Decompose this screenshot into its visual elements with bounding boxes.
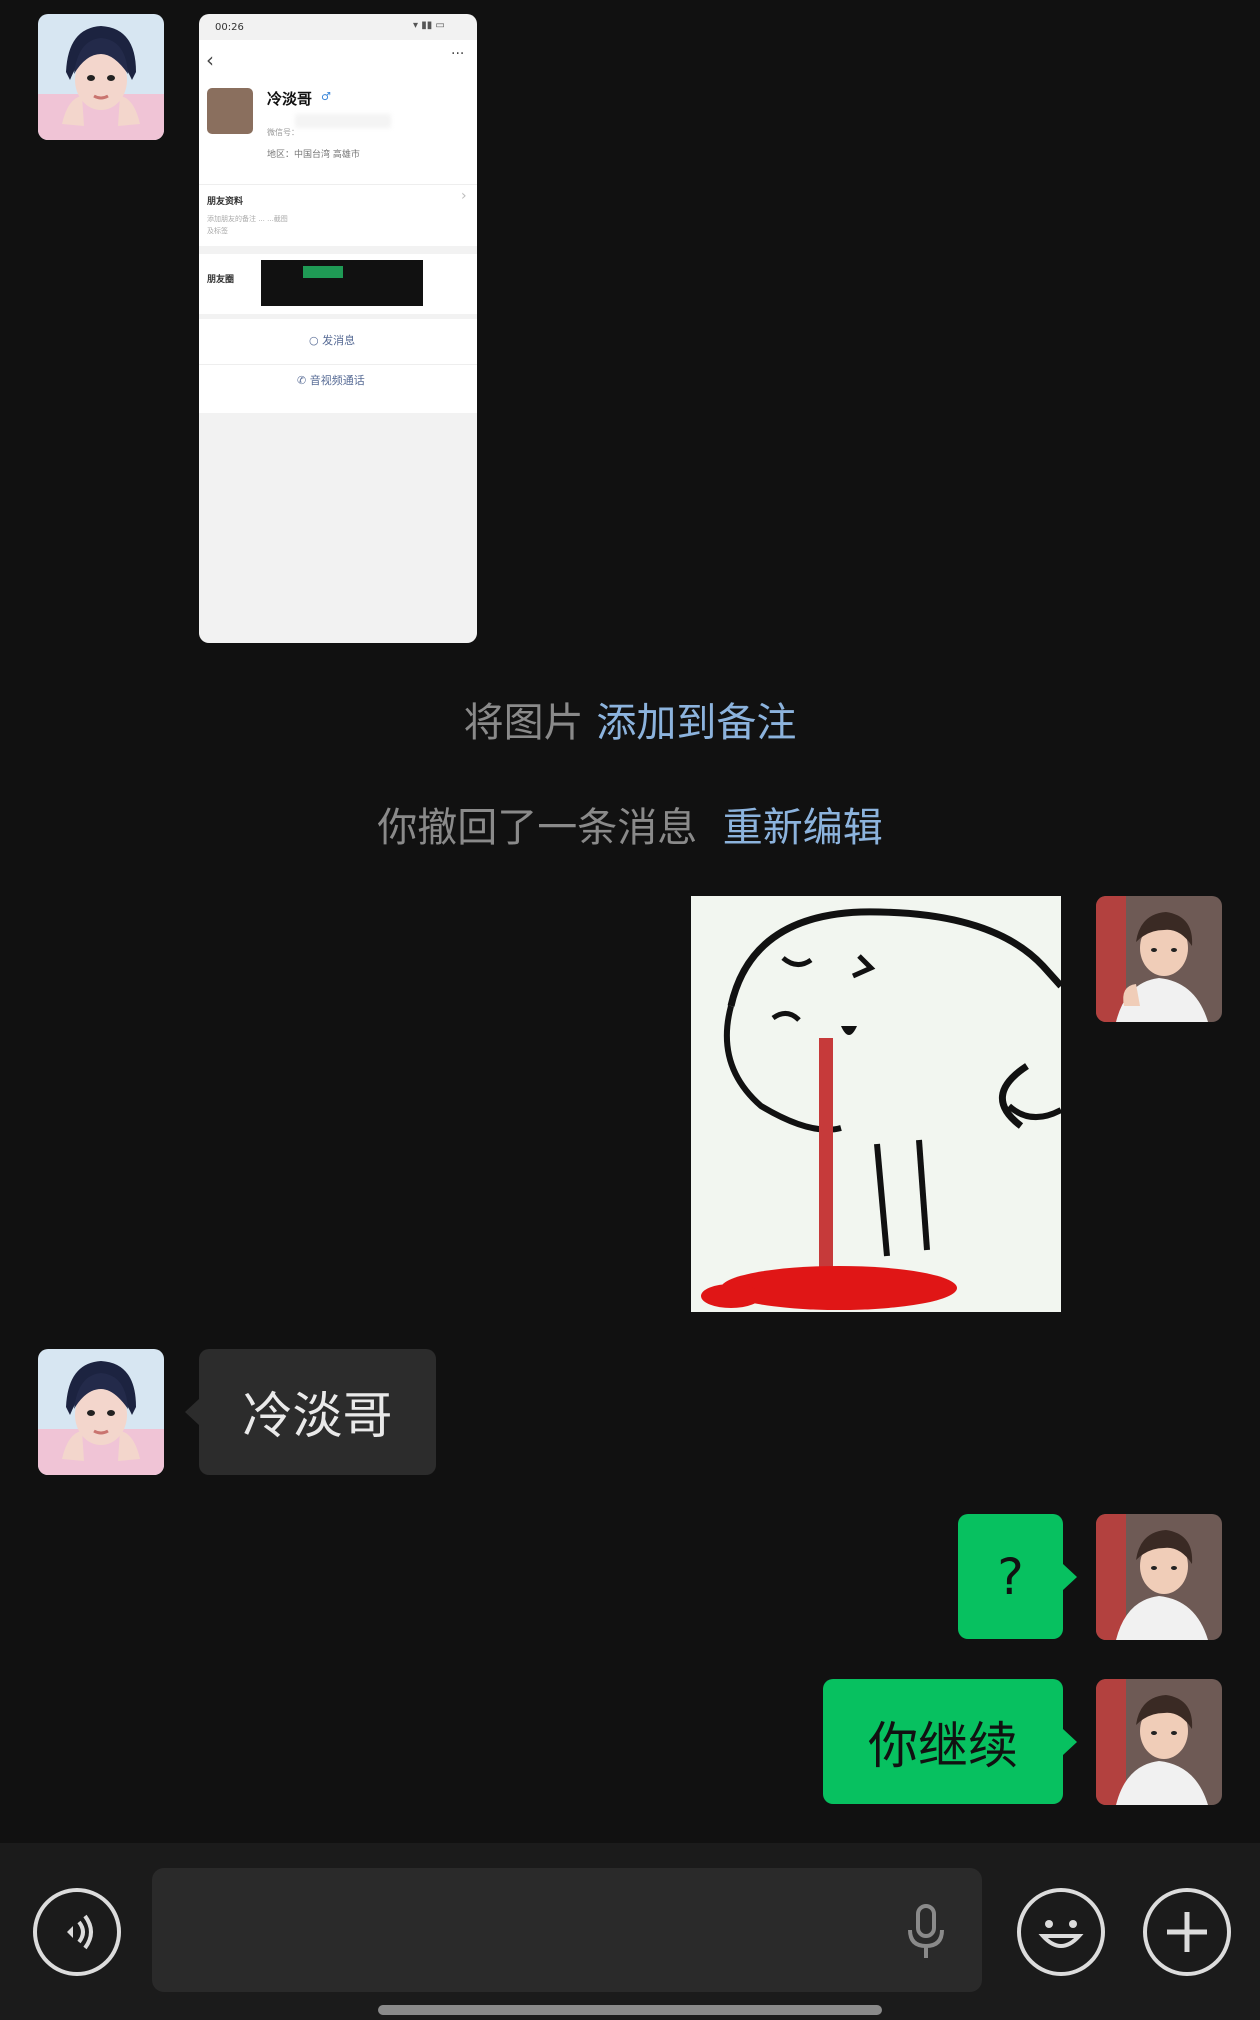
outgoing-question-bubble[interactable]: ? <box>958 1514 1063 1639</box>
system-note: 将图片 添加到备注 <box>0 690 1260 748</box>
shot-send-msg-label: 发消息 <box>322 334 356 347</box>
self-avatar[interactable] <box>1096 896 1222 1022</box>
shot-phone-icon: ✆ <box>297 374 310 387</box>
recall-text: 你撤回了一条消息 <box>377 805 698 851</box>
shot-nickname: 冷淡哥 <box>267 90 313 108</box>
outgoing-continue-bubble[interactable]: 你继续 <box>823 1679 1063 1804</box>
contact-avatar-image <box>38 14 164 140</box>
outgoing-bubble-tail-2 <box>1063 1729 1077 1755</box>
shot-id-blur <box>295 114 391 128</box>
incoming-bubble-tail <box>185 1399 199 1425</box>
voice-mode-icon[interactable] <box>33 1888 121 1976</box>
message-input[interactable] <box>152 1868 982 1992</box>
sticker-drawing <box>691 896 1061 1312</box>
self-avatar-2-image <box>1096 1514 1222 1640</box>
mic-icon[interactable] <box>902 1902 950 1962</box>
shot-section-title: 朋友资料 <box>207 197 244 207</box>
voice-mode-glyph <box>67 1914 93 1950</box>
shot-call-label: 音视频通话 <box>309 374 365 387</box>
shot-call: ✆ 音视频通话 <box>297 372 365 388</box>
self-avatar-3[interactable] <box>1096 1679 1222 1805</box>
system-recall: 你撤回了一条消息 重新编辑 <box>0 795 1260 853</box>
add-to-remark-link[interactable]: 添加到备注 <box>596 700 796 746</box>
re-edit-link[interactable]: 重新编辑 <box>723 805 883 851</box>
incoming-message-bubble[interactable]: 冷淡哥 <box>199 1349 436 1475</box>
self-avatar-image <box>1096 896 1222 1022</box>
emoji-icon[interactable] <box>1017 1888 1105 1976</box>
shot-friends-label: 朋友圈 <box>207 275 235 285</box>
plus-glyph <box>1167 1912 1207 1952</box>
shot-chat-icon: ○ <box>309 334 323 347</box>
shot-action-divider <box>199 364 477 365</box>
contact-avatar-2[interactable] <box>38 1349 164 1475</box>
emoji-glyph <box>1038 1920 1084 1948</box>
shot-region: 地区：中国台湾 高雄市 <box>267 150 360 160</box>
shot-time: 00:26 <box>215 22 244 33</box>
shot-section-arrow: › <box>461 188 467 204</box>
shot-back-icon: ‹ <box>206 48 214 72</box>
outgoing-bubble-tail <box>1063 1564 1077 1590</box>
shot-id-line: 微信号： <box>267 128 299 137</box>
contact-avatar[interactable] <box>38 14 164 140</box>
mic-glyph <box>908 1904 944 1958</box>
plus-icon[interactable] <box>1143 1888 1231 1976</box>
shot-more-icon: ··· <box>451 46 465 62</box>
shot-send-msg: ○ 发消息 <box>309 332 355 348</box>
shot-avatar <box>207 88 253 134</box>
self-avatar-3-image <box>1096 1679 1222 1805</box>
shot-divider <box>199 184 477 185</box>
shot-status-icons: ▾ ▮▮ ▭ <box>413 20 445 31</box>
self-avatar-2[interactable] <box>1096 1514 1222 1640</box>
shot-redaction-green <box>303 266 343 278</box>
home-indicator <box>378 2005 882 2015</box>
sticker-image[interactable] <box>691 896 1061 1312</box>
contact-avatar-2-image <box>38 1349 164 1475</box>
shot-section-sub2: 及标签 <box>207 227 228 235</box>
profile-screenshot-image[interactable]: 00:26 ▾ ▮▮ ▭ ‹ ··· 冷淡哥 ♂ 微信号： 地区：中国台湾 高雄… <box>199 14 477 643</box>
system-note-prefix: 将图片 <box>463 700 584 746</box>
shot-gender-icon: ♂ <box>321 90 331 103</box>
shot-section-sub: 添加朋友的备注 ... ...截图 <box>207 215 288 223</box>
